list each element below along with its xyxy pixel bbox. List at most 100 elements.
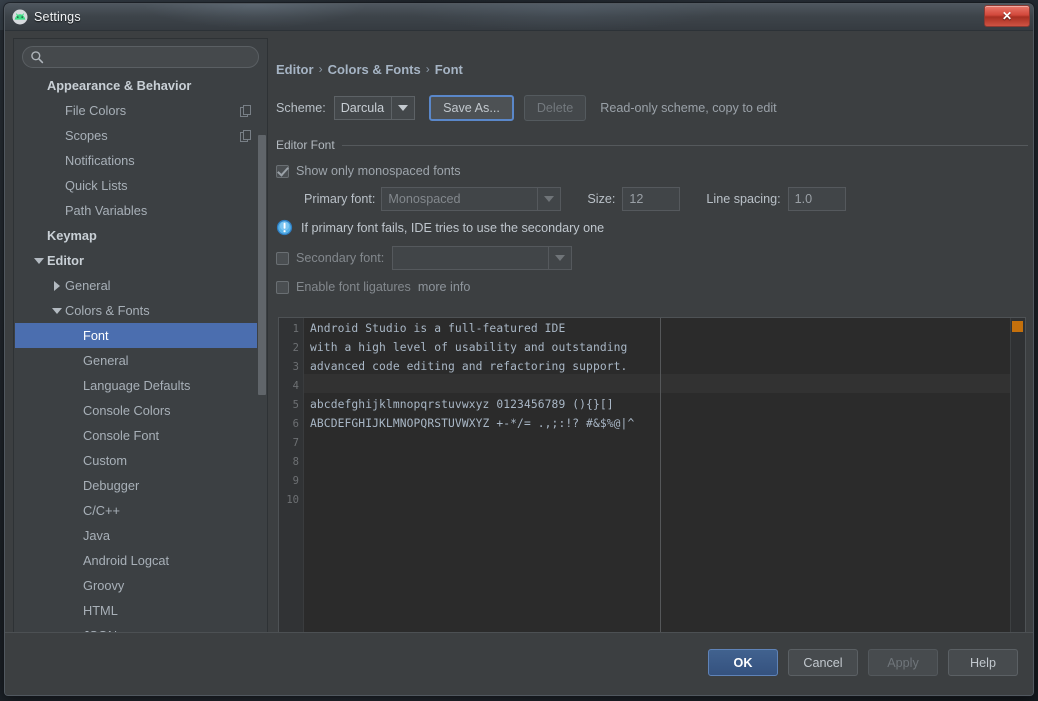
search-input[interactable]: [22, 46, 259, 68]
line-number: 8: [292, 455, 299, 468]
breadcrumb: Editor › Colors & Fonts › Font: [276, 59, 1028, 79]
size-input[interactable]: 12: [622, 187, 681, 211]
sidebar-item-quick-lists[interactable]: Quick Lists: [15, 173, 266, 198]
readonly-scheme-note: Read-only scheme, copy to edit: [600, 101, 777, 115]
copy-icon[interactable]: [240, 129, 252, 142]
search-box: [22, 46, 259, 68]
primary-font-row: Primary font: Monospaced Size: 12 Line s…: [276, 187, 1028, 211]
settings-tree: Appearance & Behavior File Colors Scopes No…: [15, 73, 266, 658]
preview-line-text: Android Studio is a full-featured IDE: [310, 322, 566, 335]
sidebar-item-language-defaults[interactable]: Language Defaults: [15, 373, 266, 398]
sidebar-item-label: Scopes: [65, 128, 108, 143]
ok-button[interactable]: OK: [708, 649, 778, 676]
preview-line: 6 ABCDEFGHIJKLMNOPQRSTUVWXYZ +-*/= .,;:!?…: [279, 414, 1025, 433]
settings-window: Settings ✕ Appearance & Behavior File Col…: [4, 3, 1034, 696]
preview-line: 4: [279, 376, 1025, 395]
font-preview-editor[interactable]: 1 Android Studio is a full-featured IDE 2 w…: [278, 317, 1026, 657]
secondary-font-row: Secondary font:: [276, 246, 1028, 270]
sidebar-item-editor[interactable]: Editor: [15, 248, 266, 273]
sidebar-item-path-variables[interactable]: Path Variables: [15, 198, 266, 223]
settings-sidebar: Appearance & Behavior File Colors Scopes No…: [13, 38, 268, 660]
scheme-row: Scheme: Darcula Save As... Delete Read-o…: [276, 95, 1028, 121]
save-as-button[interactable]: Save As...: [429, 95, 514, 121]
sidebar-item-java[interactable]: Java: [15, 523, 266, 548]
line-number: 9: [292, 474, 299, 487]
breadcrumb-item-editor[interactable]: Editor: [276, 62, 314, 77]
sidebar-item-font[interactable]: Font: [15, 323, 266, 348]
window-title: Settings: [34, 10, 81, 24]
sidebar-item-android-logcat[interactable]: Android Logcat: [15, 548, 266, 573]
sidebar-item-keymap[interactable]: Keymap: [15, 223, 266, 248]
breadcrumb-item-font[interactable]: Font: [435, 62, 463, 77]
error-stripe-marker[interactable]: [1012, 321, 1023, 332]
sidebar-item-file-colors[interactable]: File Colors: [15, 98, 266, 123]
sidebar-item-custom[interactable]: Custom: [15, 448, 266, 473]
twisty-toggle[interactable]: [31, 248, 47, 273]
twisty-toggle[interactable]: [49, 273, 65, 298]
sidebar-scrollbar-thumb[interactable]: [258, 135, 266, 395]
font-ligatures-label: Enable font ligatures: [296, 280, 411, 294]
scheme-dropdown[interactable]: Darcula: [333, 96, 416, 120]
sidebar-item-console-font[interactable]: Console Font: [15, 423, 266, 448]
preview-scrollbar-track[interactable]: [1010, 318, 1025, 656]
more-info-link[interactable]: more info: [418, 280, 471, 294]
sidebar-item-appearance-behavior[interactable]: Appearance & Behavior: [15, 73, 266, 98]
sidebar-item-general[interactable]: General: [15, 348, 266, 373]
cancel-button[interactable]: Cancel: [788, 649, 858, 676]
sidebar-item-console-colors[interactable]: Console Colors: [15, 398, 266, 423]
line-spacing-label: Line spacing:: [706, 192, 781, 206]
editor-font-group-header: Editor Font: [276, 137, 1028, 153]
delete-button: Delete: [523, 95, 587, 121]
line-spacing-input[interactable]: 1.0: [787, 187, 846, 211]
help-button[interactable]: Help: [948, 649, 1018, 676]
close-button[interactable]: ✕: [984, 5, 1030, 27]
sidebar-item-colors-fonts[interactable]: Colors & Fonts: [15, 298, 266, 323]
sidebar-item-html[interactable]: HTML: [15, 598, 266, 623]
preview-line: 2 with a high level of usability and outs…: [279, 338, 1025, 357]
chevron-down-icon[interactable]: [52, 307, 62, 314]
line-number: 6: [292, 417, 299, 430]
sidebar-item-label: Notifications: [65, 153, 135, 168]
sidebar-item-label: Java: [83, 528, 111, 543]
scheme-label: Scheme:: [276, 101, 326, 115]
sidebar-item-c-c++[interactable]: C/C++: [15, 498, 266, 523]
breadcrumb-item-colors-fonts[interactable]: Colors & Fonts: [328, 62, 421, 77]
sidebar-scrollbar-track[interactable]: [257, 73, 266, 658]
sidebar-item-scopes[interactable]: Scopes: [15, 123, 266, 148]
sidebar-item-label: HTML: [83, 603, 118, 618]
sidebar-item-general[interactable]: General: [15, 273, 266, 298]
secondary-font-value: [393, 247, 548, 269]
twisty-toggle[interactable]: [49, 298, 65, 323]
line-number: 4: [292, 379, 299, 392]
preview-line: 5 abcdefghijklmnopqrstuvwxyz 0123456789 (…: [279, 395, 1025, 414]
sidebar-item-debugger[interactable]: Debugger: [15, 473, 266, 498]
line-number: 3: [292, 360, 299, 373]
sidebar-item-label: File Colors: [65, 103, 127, 118]
breadcrumb-separator: ›: [318, 62, 323, 76]
preview-line-text: abcdefghijklmnopqrstuvwxyz 0123456789 ()…: [310, 398, 614, 411]
font-ligatures-row: Enable font ligatures more info: [276, 280, 1028, 294]
sidebar-item-label: Debugger: [83, 478, 140, 493]
sidebar-item-notifications[interactable]: Notifications: [15, 148, 266, 173]
sidebar-item-label: Groovy: [83, 578, 125, 593]
chevron-down-icon[interactable]: [34, 257, 44, 264]
chevron-right-icon[interactable]: [54, 280, 60, 291]
primary-font-dropdown: Monospaced: [381, 187, 562, 211]
sidebar-item-label: Quick Lists: [65, 178, 128, 193]
sidebar-item-label: C/C++: [83, 503, 120, 518]
sidebar-item-label: General: [65, 278, 111, 293]
secondary-font-checkbox: [276, 251, 289, 265]
copy-icon[interactable]: [240, 104, 252, 117]
preview-line-text: with a high level of usability and outst…: [310, 341, 628, 354]
chevron-down-icon[interactable]: [392, 97, 414, 119]
sidebar-item-label: Editor: [47, 253, 84, 268]
sidebar-item-groovy[interactable]: Groovy: [15, 573, 266, 598]
